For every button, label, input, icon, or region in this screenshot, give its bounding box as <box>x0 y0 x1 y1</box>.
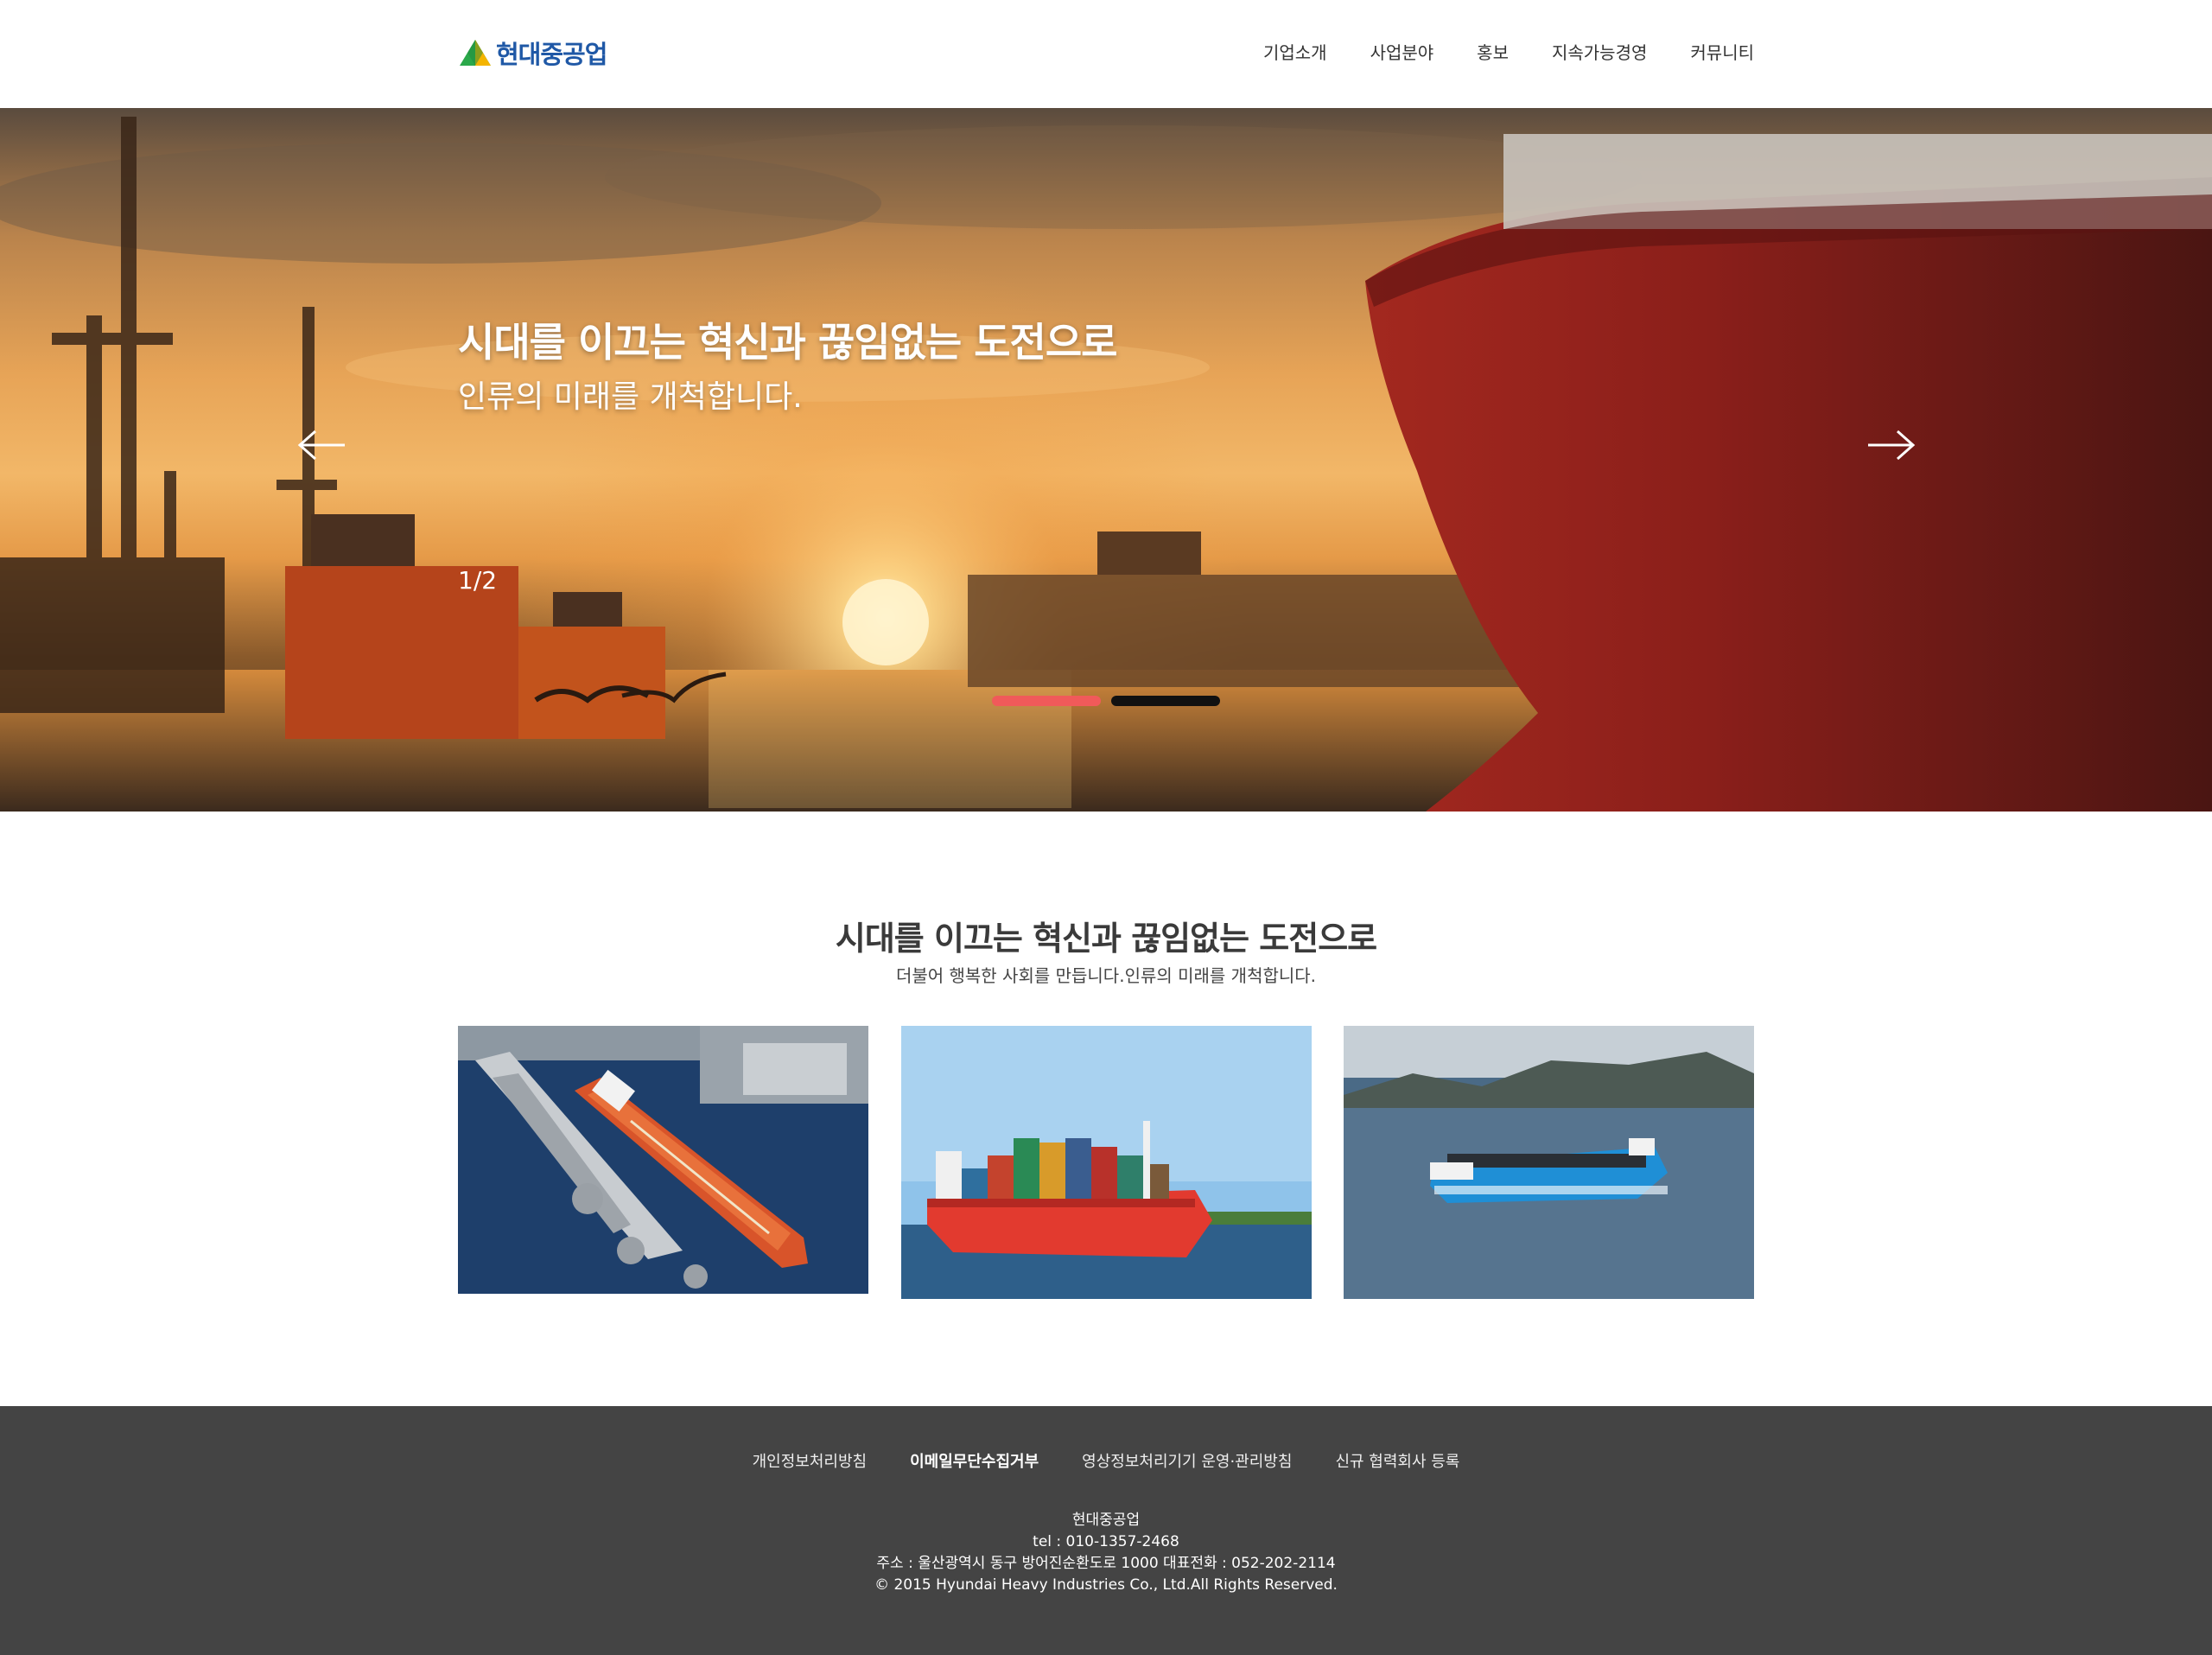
site-header: 현대중공업 기업소개 사업분야 홍보 지속가능경영 커뮤니티 <box>0 0 2212 108</box>
card-container-ship-image[interactable] <box>901 1026 1312 1299</box>
hero-slider: 시대를 이끄는 혁신과 끊임없는 도전으로 인류의 미래를 개척합니다. 1/2 <box>0 108 2212 812</box>
slide-counter: 1/2 <box>458 566 498 595</box>
logo[interactable]: 현대중공업 <box>458 35 607 71</box>
hero-title: 시대를 이끄는 혁신과 끊임없는 도전으로 <box>458 319 1117 366</box>
footer-tel: tel : 010-1357-2468 <box>1033 1533 1179 1550</box>
section-subtitle: 더불어 행복한 사회를 만듭니다.인류의 미래를 개척합니다. <box>895 965 1317 986</box>
footer-link-cctv-policy[interactable]: 영상정보처리기기 운영·관리방침 <box>1082 1449 1292 1472</box>
slider-pagination <box>992 696 1220 706</box>
footer-links: 개인정보처리방침 이메일무단수집거부 영상정보처리기기 운영·관리방침 신규 협… <box>0 1449 2212 1472</box>
nav-item-company[interactable]: 기업소개 <box>1263 38 1327 67</box>
next-arrow-icon[interactable] <box>1865 428 1916 462</box>
footer-link-email-refusal[interactable]: 이메일무단수집거부 <box>910 1449 1039 1472</box>
site-footer: 개인정보처리방침 이메일무단수집거부 영상정보처리기기 운영·관리방침 신규 협… <box>0 1406 2212 1655</box>
slider-dot-1[interactable] <box>992 696 1101 706</box>
nav-item-pr[interactable]: 홍보 <box>1477 38 1509 67</box>
slider-dot-2[interactable] <box>1111 696 1220 706</box>
footer-link-partner-registration[interactable]: 신규 협력회사 등록 <box>1335 1449 1459 1472</box>
footer-link-privacy[interactable]: 개인정보처리방침 <box>753 1449 867 1472</box>
logo-triangle-icon <box>458 38 493 67</box>
footer-company: 현대중공업 <box>1071 1512 1141 1529</box>
section-title: 시대를 이끄는 혁신과 끊임없는 도전으로 <box>835 920 1377 958</box>
card-tanker-image[interactable] <box>458 1026 868 1294</box>
footer-copyright: © 2015 Hyundai Heavy Industries Co., Ltd… <box>874 1576 1338 1594</box>
nav-item-community[interactable]: 커뮤니티 <box>1690 38 1754 67</box>
prev-arrow-icon[interactable] <box>296 428 348 462</box>
nav-item-business[interactable]: 사업분야 <box>1370 38 1434 67</box>
hero-subtitle: 인류의 미래를 개척합니다. <box>458 379 803 415</box>
footer-address: 주소 : 울산광역시 동구 방어진순환도로 1000 대표전화 : 052-20… <box>876 1555 1336 1572</box>
main-nav: 기업소개 사업분야 홍보 지속가능경영 커뮤니티 <box>1220 38 1754 67</box>
logo-text: 현대중공업 <box>496 40 607 69</box>
nav-item-sustainability[interactable]: 지속가능경영 <box>1552 38 1647 67</box>
footer-info: 현대중공업 tel : 010-1357-2468 주소 : 울산광역시 동구 … <box>0 1510 2212 1596</box>
card-electric-ship-image[interactable] <box>1344 1026 1754 1299</box>
